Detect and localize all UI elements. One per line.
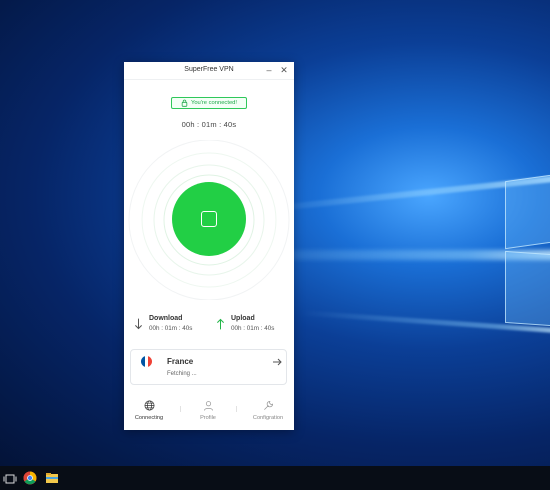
arrow-down-icon bbox=[134, 318, 143, 330]
location-status: Fetching ... bbox=[167, 371, 197, 377]
chrome-icon[interactable] bbox=[23, 471, 37, 485]
download-value: 00h : 01m : 40s bbox=[149, 325, 193, 332]
nav-profile[interactable]: Profile bbox=[180, 400, 236, 421]
stop-icon bbox=[201, 211, 217, 227]
lock-icon bbox=[181, 99, 188, 107]
windows-logo-graphic bbox=[505, 165, 550, 335]
file-explorer-icon[interactable] bbox=[45, 471, 59, 485]
location-selector[interactable]: France Fetching ... bbox=[130, 349, 287, 385]
nav-label: Profile bbox=[200, 415, 216, 421]
globe-icon bbox=[144, 400, 154, 411]
nav-label: Configration bbox=[252, 415, 284, 421]
upload-stat: Upload 00h : 01m : 40s bbox=[216, 315, 274, 339]
taskbar bbox=[0, 466, 550, 490]
minimize-button[interactable]: – bbox=[263, 64, 275, 77]
arrow-up-icon bbox=[216, 318, 225, 330]
arrow-right-icon bbox=[273, 358, 282, 366]
badge-text: You're connected! bbox=[190, 100, 237, 106]
upload-value: 00h : 01m : 40s bbox=[231, 325, 275, 332]
france-flag-icon bbox=[141, 356, 152, 367]
connected-status-badge: You're connected! bbox=[171, 97, 247, 109]
task-view-icon[interactable] bbox=[3, 472, 17, 486]
download-stat: Download 00h : 01m : 40s bbox=[134, 315, 192, 339]
disconnect-button[interactable] bbox=[172, 182, 246, 256]
connection-timer: 00h : 01m : 40s bbox=[181, 120, 237, 129]
bottom-navigation: Connecting Profile Configration bbox=[124, 395, 294, 430]
nav-label: Connecting bbox=[134, 415, 164, 421]
nav-configuration[interactable]: Configration bbox=[240, 400, 296, 421]
nav-divider bbox=[236, 406, 237, 412]
user-icon bbox=[203, 401, 213, 411]
vpn-app-window: SuperFree VPN – ✕ You're connected! 00h … bbox=[124, 62, 294, 430]
location-country: France bbox=[167, 357, 194, 366]
upload-label: Upload bbox=[231, 315, 255, 322]
title-bar[interactable]: SuperFree VPN – ✕ bbox=[124, 62, 294, 80]
wrench-icon bbox=[263, 401, 273, 410]
download-label: Download bbox=[149, 315, 183, 322]
nav-connecting[interactable]: Connecting bbox=[121, 400, 177, 421]
close-button[interactable]: ✕ bbox=[278, 64, 290, 77]
